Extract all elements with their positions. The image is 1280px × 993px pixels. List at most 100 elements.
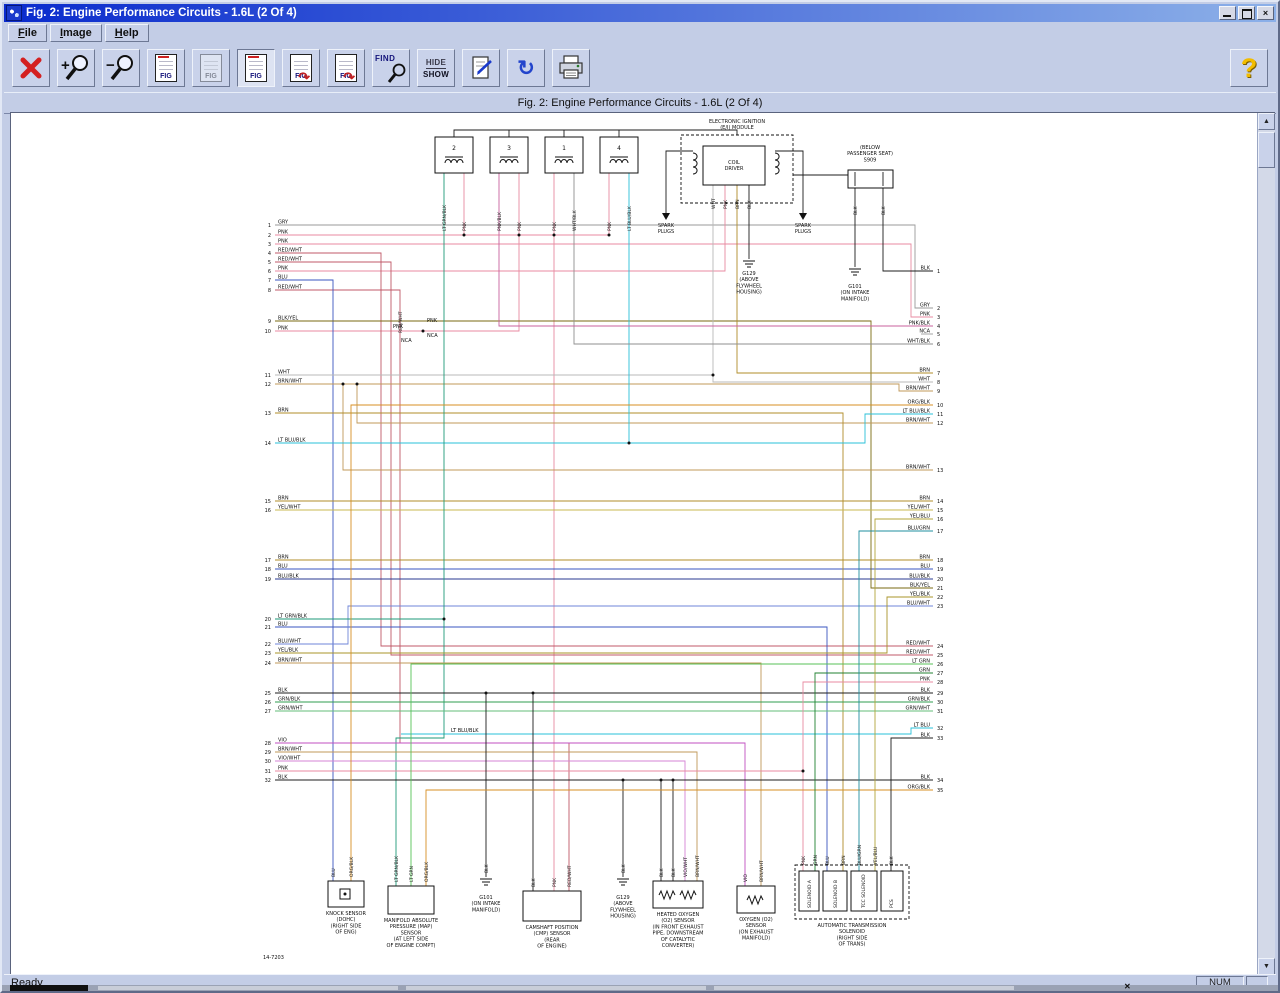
wire-color-label: PNK (462, 221, 468, 231)
wire (875, 519, 933, 871)
zoom-in-button[interactable]: + (57, 49, 95, 87)
wire-color-label: VIO (743, 874, 749, 882)
print-button[interactable] (552, 49, 590, 87)
refresh-button[interactable]: ↻ (507, 49, 545, 87)
diagram-text: NCA (401, 338, 412, 344)
fig-current-button[interactable]: FIG (237, 49, 275, 87)
pin-number: 26 (265, 700, 271, 706)
maximize-icon (1242, 9, 1252, 19)
wire-color-label: BRN (735, 199, 741, 209)
taskbar-sliver: ✕ (2, 985, 1278, 991)
wire-color-label: BLU/WHT (278, 639, 302, 645)
scroll-down-button[interactable]: ▼ (1258, 958, 1275, 975)
printer-icon (556, 54, 586, 82)
pin-number: 17 (937, 529, 943, 535)
wire-color-label: RED/WHT (278, 285, 303, 291)
find-button[interactable]: FIND (372, 49, 410, 87)
diagram-text: 1 (562, 145, 566, 152)
toolbar: + − FIG FIG (4, 44, 1276, 93)
wire-color-label: LT GRN (409, 866, 415, 882)
wiring-diagram[interactable]: 1GRY2PNK3PNK4RED/WHT5RED/WHT6PNK7BLU8RED… (11, 113, 1258, 975)
figure-page-icon: FIG ↷ (335, 54, 357, 82)
wire-color-label: VIO (278, 738, 287, 744)
fig-last-button[interactable]: FIG ↷ (327, 49, 365, 87)
minimize-button[interactable] (1219, 6, 1236, 20)
pin-number: 34 (937, 778, 943, 784)
wire (775, 151, 803, 213)
menu-image[interactable]: Image (50, 24, 102, 42)
menu-help[interactable]: Help (105, 24, 149, 42)
coil-symbol (445, 157, 463, 163)
wire-color-label: BRN/WHT (278, 379, 303, 385)
pin-number: 9 (937, 389, 940, 395)
wire-color-label: PNK (278, 326, 289, 332)
wire (499, 173, 933, 326)
component-label: (REAR (544, 937, 560, 943)
pin-number: 29 (265, 750, 271, 756)
wire-color-label: ORG/BLK (908, 785, 931, 791)
wire-color-label: SOLENOID B (833, 880, 839, 908)
figure-page-icon: FIG (155, 54, 177, 82)
curved-arrow-icon: ↷ (298, 72, 310, 82)
pin-number: 5 (937, 332, 940, 338)
zoom-in-icon: + (60, 52, 92, 84)
pin-number: 11 (937, 412, 943, 418)
junction-dot (443, 618, 446, 621)
wire-color-label: BLK (671, 867, 677, 877)
component-label: SPARK (658, 223, 675, 229)
pin-number: 25 (265, 691, 271, 697)
vertical-scrollbar[interactable]: ▲ ▼ (1257, 113, 1275, 975)
wire-color-label: BLK (921, 688, 931, 694)
wire-color-label: PNK (801, 855, 807, 865)
wire-color-label: BRN (278, 408, 289, 414)
junction-dot (532, 692, 535, 695)
fig-next-button[interactable]: FIG ↷ (282, 49, 320, 87)
scroll-up-button[interactable]: ▲ (1258, 113, 1275, 130)
pin-number: 33 (937, 736, 943, 742)
help-button[interactable]: ? (1230, 49, 1268, 87)
junction-dot (622, 779, 625, 782)
wire (275, 413, 843, 871)
ground-symbol (480, 879, 492, 885)
pin-number: 16 (265, 508, 271, 514)
wire-color-label: BLK (889, 855, 895, 865)
wire-color-label: BRN (278, 555, 289, 561)
component-box (388, 886, 434, 914)
diagram-text: 3 (507, 145, 511, 152)
zoom-out-button[interactable]: − (102, 49, 140, 87)
scroll-thumb[interactable] (1258, 132, 1275, 168)
fig-fit-button[interactable]: FIG (147, 49, 185, 87)
wire-color-label: BRN/WHT (695, 855, 701, 877)
window-title: Fig. 2: Engine Performance Circuits - 1.… (26, 7, 297, 19)
fig-previous-button[interactable]: FIG (192, 49, 230, 87)
wire-color-label: GRN/BLK (278, 697, 301, 703)
close-button[interactable]: × (1257, 6, 1274, 20)
transformer-symbol (693, 153, 697, 174)
pin-number: 28 (937, 680, 943, 686)
menu-file[interactable]: File (8, 24, 47, 42)
wire-color-label: RED/WHT (278, 257, 303, 263)
pin-number: 18 (265, 567, 271, 573)
annotate-button[interactable] (462, 49, 500, 87)
wire-color-label: LT GRN/BLK (442, 204, 448, 231)
pin-number: 10 (937, 403, 943, 409)
pin-number: 21 (265, 625, 271, 631)
pin-number: 13 (265, 411, 271, 417)
diagram-text: PNK (427, 318, 438, 324)
hide-show-button[interactable]: HIDE SHOW (417, 49, 455, 87)
pin-number: 11 (265, 373, 271, 379)
wire-color-label: GRN/WHT (278, 706, 303, 712)
component-label: FLYWHEEL (736, 283, 762, 289)
figure-page-icon: FIG (245, 54, 267, 82)
menu-bar: File Image Help (4, 22, 1276, 45)
wire (666, 151, 693, 213)
maximize-button[interactable] (1238, 6, 1255, 20)
component-label: (CMP) SENSOR (534, 931, 571, 937)
wire (275, 743, 745, 886)
wire-color-label: BLK (921, 266, 931, 272)
taskbar-item (406, 986, 706, 990)
wire-color-label: VIO/WHT (683, 857, 689, 877)
wire-color-label: BLU/GRN (908, 526, 931, 532)
close-figure-button[interactable] (12, 49, 50, 87)
component-label: G129 (742, 271, 755, 277)
